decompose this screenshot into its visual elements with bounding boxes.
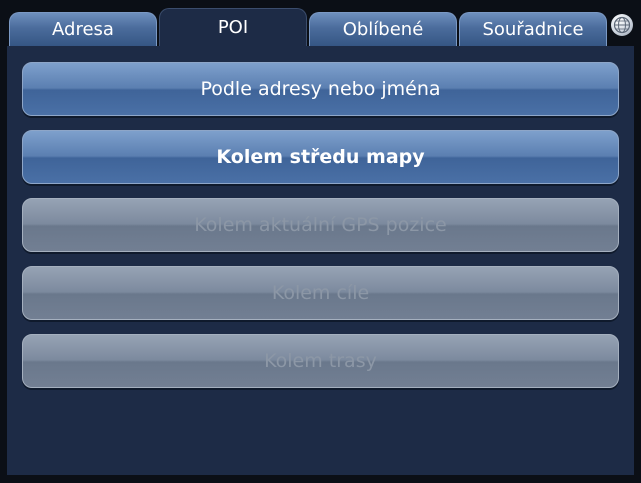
button-label: Podle adresy nebo jména — [200, 78, 441, 100]
tab-poi[interactable]: POI — [159, 8, 307, 46]
tab-label: Adresa — [52, 19, 114, 40]
tab-oblibene[interactable]: Oblíbené — [309, 12, 457, 46]
around-map-center-button[interactable]: Kolem středu mapy — [22, 130, 619, 184]
along-route-button: Kolem trasy — [22, 334, 619, 388]
tab-label: Souřadnice — [482, 19, 584, 40]
button-label: Kolem středu mapy — [216, 146, 425, 168]
button-label: Kolem cíle — [271, 282, 370, 304]
tab-label: Oblíbené — [342, 19, 424, 40]
tab-adresa[interactable]: Adresa — [9, 12, 157, 46]
around-destination-button: Kolem cíle — [22, 266, 619, 320]
globe-icon[interactable] — [611, 14, 633, 36]
button-label: Kolem trasy — [264, 350, 377, 372]
search-by-address-button[interactable]: Podle adresy nebo jména — [22, 62, 619, 116]
tab-label: POI — [217, 17, 249, 38]
tab-souradnice[interactable]: Souřadnice — [459, 12, 607, 46]
around-gps-position-button: Kolem aktuální GPS pozice — [22, 198, 619, 252]
tab-bar: Adresa POI Oblíbené Souřadnice — [7, 8, 634, 46]
poi-search-panel: Adresa POI Oblíbené Souřadnice Podle adr… — [7, 8, 634, 475]
button-label: Kolem aktuální GPS pozice — [194, 214, 447, 236]
